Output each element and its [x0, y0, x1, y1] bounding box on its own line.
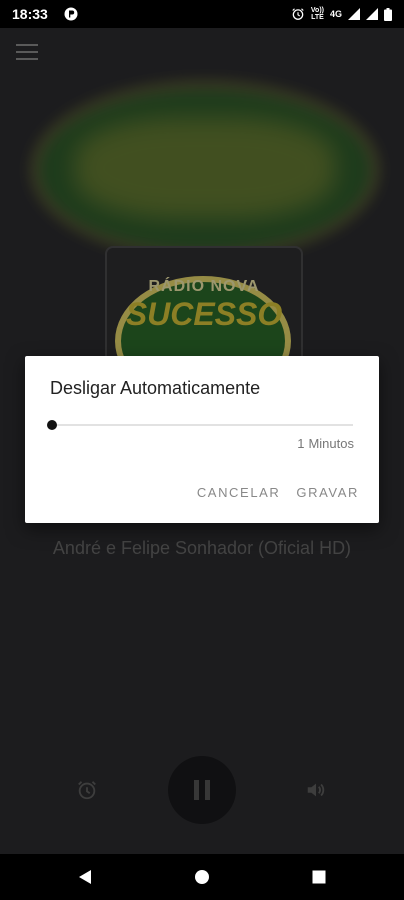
slider-track — [51, 424, 353, 426]
status-time: 18:33 — [12, 6, 48, 22]
save-button[interactable]: GRAVAR — [296, 485, 359, 500]
minutes-slider[interactable] — [47, 418, 353, 432]
nav-back-button[interactable] — [75, 867, 95, 887]
slider-value: 1 — [297, 436, 305, 451]
back-icon — [79, 870, 91, 884]
signal-icon — [348, 8, 360, 20]
slider-unit: Minutos — [308, 436, 354, 451]
cancel-button[interactable]: CANCELAR — [197, 485, 281, 500]
app-notification-icon — [64, 7, 78, 21]
status-right-icons: Vo)) LTE 4G — [285, 7, 392, 21]
battery-icon — [384, 7, 392, 21]
alarm-status-icon — [291, 7, 305, 21]
recents-icon — [312, 870, 326, 884]
slider-value-label: 1 Minutos — [297, 436, 354, 451]
slider-thumb[interactable] — [47, 420, 57, 430]
nav-home-button[interactable] — [192, 867, 212, 887]
nav-recents-button[interactable] — [309, 867, 329, 887]
status-bar: 18:33 Vo)) LTE 4G — [0, 0, 404, 28]
dialog-actions: CANCELAR GRAVAR — [197, 485, 359, 500]
network-type: 4G — [329, 9, 342, 19]
dialog-title: Desligar Automaticamente — [50, 378, 261, 398]
auto-off-dialog: Desligar Automaticamente 1 Minutos CANCE… — [25, 356, 379, 523]
signal-icon-2 — [366, 8, 378, 20]
volte-indicator: Vo)) LTE — [310, 7, 324, 21]
system-nav-bar — [0, 854, 404, 900]
home-icon — [195, 870, 209, 884]
